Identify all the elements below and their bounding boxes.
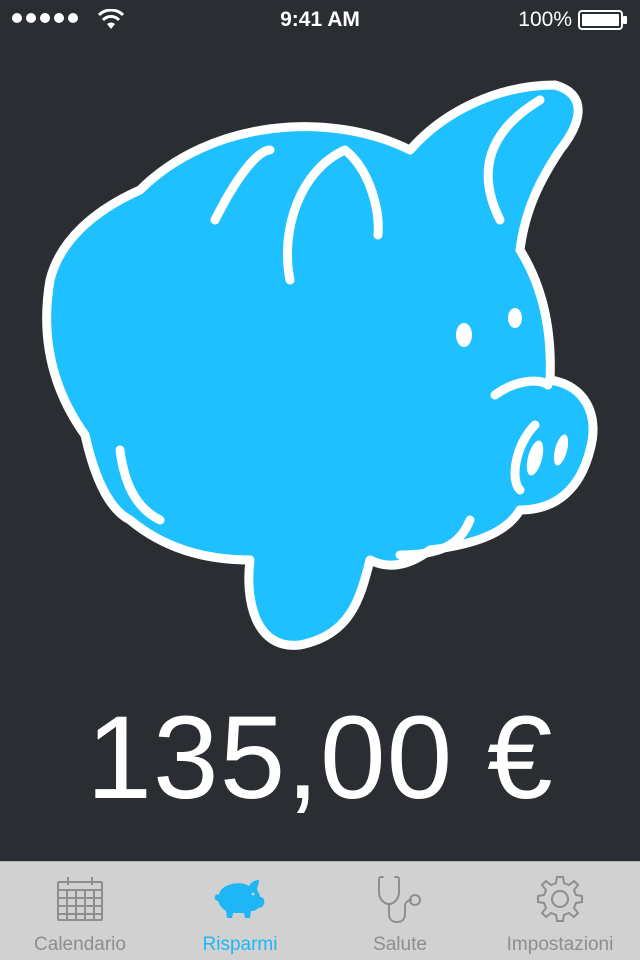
tab-salute[interactable]: Salute (320, 862, 480, 960)
stethoscope-icon (378, 876, 421, 924)
tab-impostazioni[interactable]: Impostazioni (480, 862, 640, 960)
piggy-bank-icon (214, 880, 265, 918)
calendar-icon (57, 877, 103, 921)
gear-icon (537, 876, 583, 922)
tab-label: Impostazioni (506, 934, 614, 955)
piggy-bank-illustration (0, 40, 640, 680)
tab-label: Salute (373, 934, 427, 955)
status-bar: 9:41 AM 100% (0, 0, 640, 40)
tab-bar: Calendario Risparmi Salute Impostazioni (0, 861, 640, 960)
tab-calendario[interactable]: Calendario (0, 862, 160, 960)
tab-label: Risparmi (202, 934, 278, 955)
battery-percentage: 100% (518, 8, 572, 31)
piggy-bank-icon (42, 80, 598, 650)
savings-amount: 135,00 € (86, 692, 554, 824)
tab-risparmi[interactable]: Risparmi (160, 862, 320, 960)
battery-icon (578, 10, 627, 30)
tab-label: Calendario (34, 934, 126, 955)
